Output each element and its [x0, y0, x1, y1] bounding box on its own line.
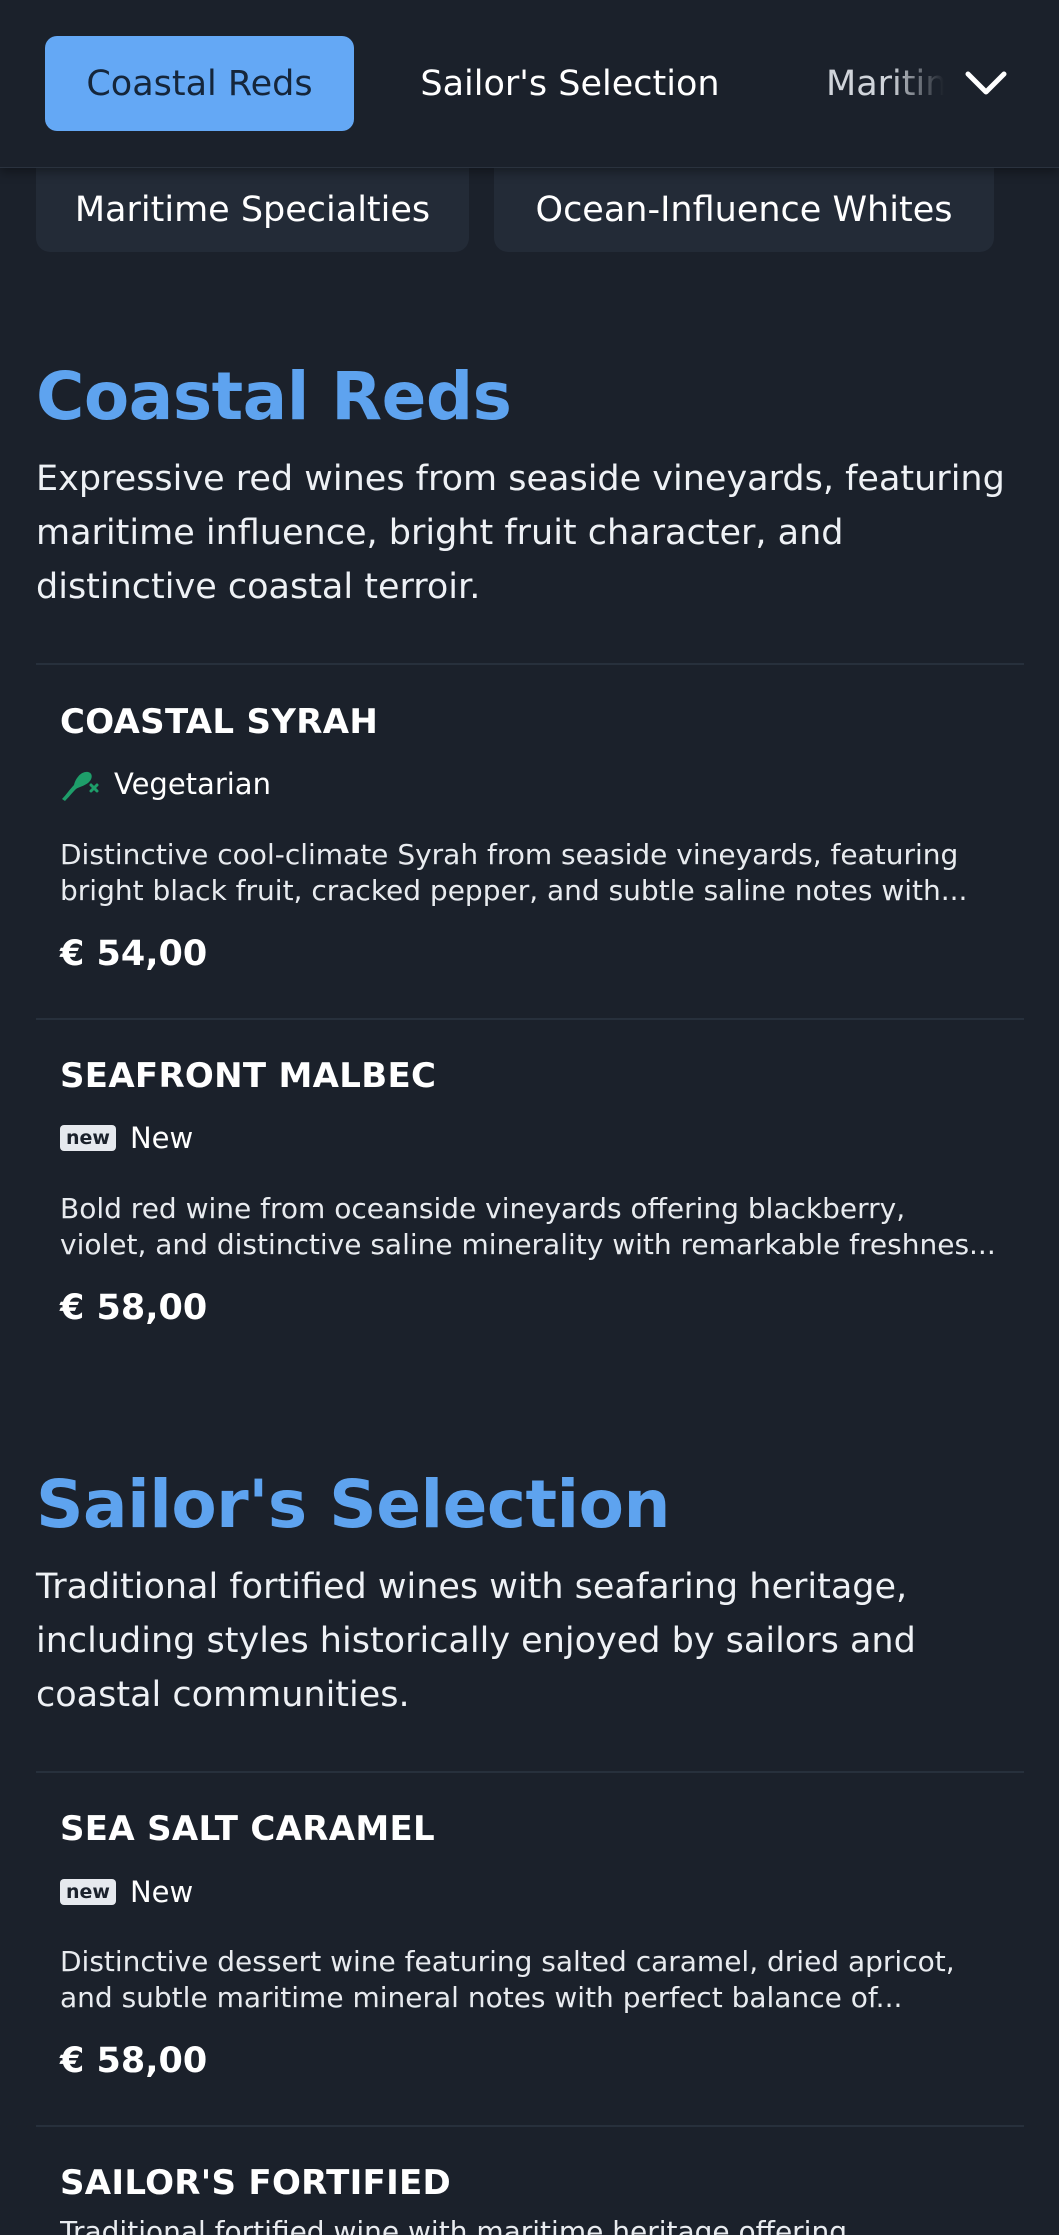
item-description-line: Distinctive cool-climate Syrah from seas… — [60, 838, 959, 871]
item-name: SEA SALT CARAMEL — [60, 1809, 436, 1849]
item-description: Distinctive cool-climate Syrah from seas… — [60, 837, 1000, 909]
new-tag: new New — [60, 1872, 193, 1912]
tab-label: Sailor's Selection — [420, 63, 720, 104]
tag-label: New — [129, 1121, 194, 1155]
tab-label: Coastal Reds — [86, 63, 313, 104]
chip-label: Maritime Specialties — [74, 190, 431, 230]
item-price: € 54,00 — [60, 934, 208, 974]
divider — [36, 1771, 1024, 1773]
chip-maritime-specialties[interactable]: Maritime Specialties — [36, 168, 469, 252]
new-badge-icon: new — [60, 1125, 116, 1151]
item-name: COASTAL SYRAH — [60, 702, 379, 742]
divider — [36, 2125, 1024, 2127]
item-price: € 58,00 — [60, 2041, 208, 2081]
tag-label: New — [129, 1875, 194, 1909]
section-title-sailors-selection: Sailor's Selection — [36, 1466, 670, 1543]
section-description: Expressive red wines from seaside vineya… — [36, 459, 1005, 607]
item-description-line: Bold red wine from oceanside vineyards o… — [60, 1192, 906, 1225]
section-title-coastal-reds: Coastal Reds — [36, 358, 512, 435]
item-description-line: Distinctive dessert wine featuring salte… — [60, 1945, 955, 1978]
item-price: € 58,00 — [60, 1288, 208, 1328]
chevron-down-icon[interactable] — [960, 60, 1012, 106]
item-description-line: bright black fruit, cracked pepper, and … — [60, 874, 968, 907]
divider — [36, 1018, 1024, 1020]
item-name: SEAFRONT MALBEC — [60, 1056, 437, 1096]
item-name: SAILOR'S FORTIFIED — [60, 2163, 452, 2203]
item-description-line: violet, and distinctive saline mineralit… — [60, 1228, 996, 1261]
item-description-line: Traditional fortified wine with maritime… — [60, 2215, 847, 2235]
item-description: Traditional fortified wine with maritime… — [60, 2214, 1000, 2235]
tab-maritime-specialties[interactable]: Maritime Specialties — [826, 36, 944, 131]
new-tag: new New — [60, 1118, 193, 1158]
category-nav: Coastal Reds Sailor's Selection Maritime… — [0, 0, 1059, 168]
chip-ocean-influence-whites[interactable]: Ocean-Influence Whites — [494, 168, 994, 252]
item-description: Bold red wine from oceanside vineyards o… — [60, 1191, 1000, 1263]
tab-label: Maritime Specialties — [826, 63, 944, 104]
tab-sailors-selection[interactable]: Sailor's Selection — [400, 36, 740, 131]
vegetarian-icon — [62, 771, 99, 801]
item-description-line: and subtle maritime mineral notes with p… — [60, 1981, 903, 2014]
dietary-tag: Vegetarian — [60, 764, 271, 804]
item-description: Distinctive dessert wine featuring salte… — [60, 1944, 1000, 2016]
section-description: Traditional fortified wines with seafari… — [36, 1567, 916, 1715]
tag-label: Vegetarian — [114, 767, 271, 801]
chip-label: Ocean-Influence Whites — [535, 190, 953, 230]
divider — [36, 663, 1024, 665]
tab-coastal-reds[interactable]: Coastal Reds — [45, 36, 354, 131]
new-badge-icon: new — [60, 1879, 116, 1905]
